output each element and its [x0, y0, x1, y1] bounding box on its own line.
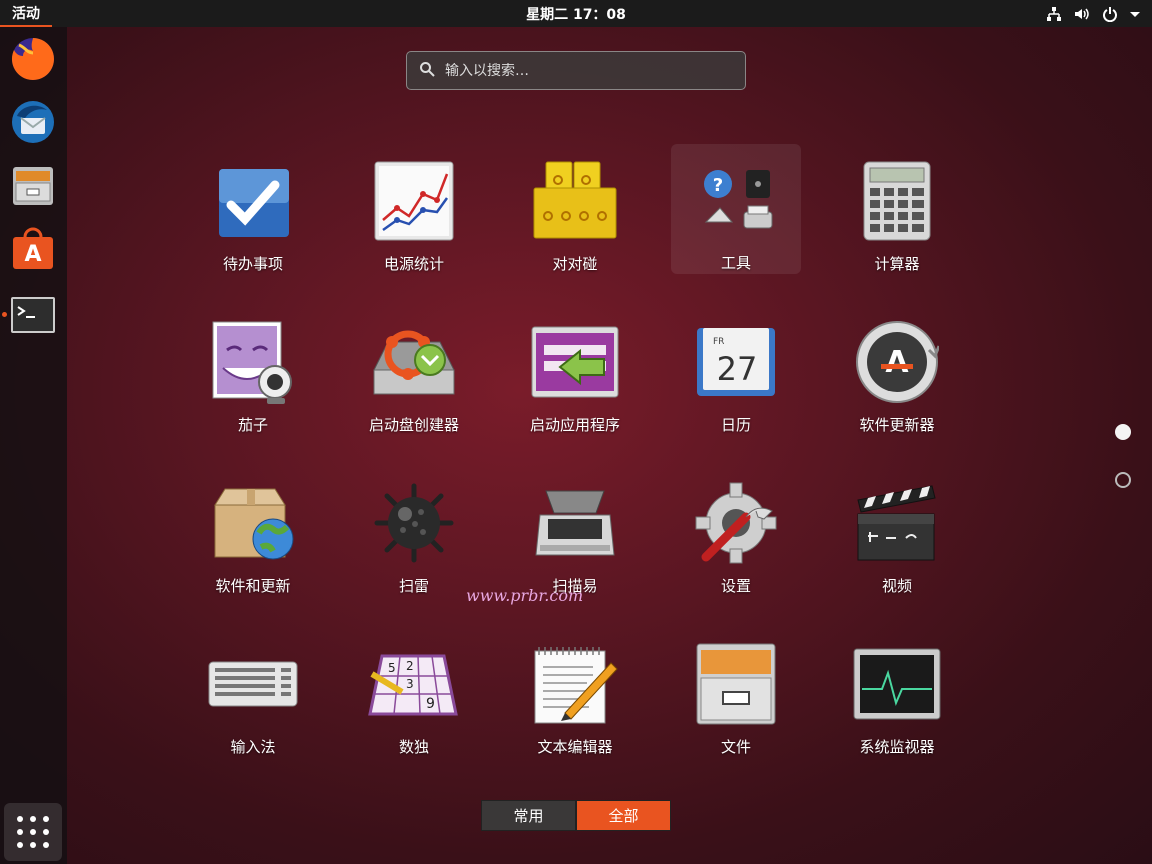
app-label: 数独: [398, 738, 429, 756]
software-updater-icon: A: [849, 314, 945, 410]
dock: A: [0, 27, 67, 864]
software-properties-icon: [205, 475, 301, 571]
app-text-editor[interactable]: 文本编辑器: [510, 628, 640, 758]
mines-icon: [366, 475, 462, 571]
app-power-statistics[interactable]: 电源统计: [349, 145, 479, 275]
search-box[interactable]: [406, 51, 746, 90]
cheese-icon: [205, 314, 301, 410]
app-label: 输入法: [230, 738, 276, 756]
swell-foop-icon: [527, 153, 623, 249]
firefox-icon[interactable]: [9, 35, 57, 83]
app-startup-disk-creator[interactable]: 启动盘创建器: [349, 306, 479, 436]
app-label: 软件更新器: [859, 416, 935, 434]
activities-button[interactable]: 活动: [0, 0, 52, 27]
top-bar: 活动 星期二 17：08: [0, 0, 1152, 27]
svg-text:A: A: [24, 242, 41, 267]
app-label: 工具: [720, 254, 751, 272]
app-mines[interactable]: 扫雷: [349, 467, 479, 597]
calendar-day: FR: [713, 337, 724, 347]
sudoku-digit: 9: [426, 696, 435, 712]
app-cheese[interactable]: 茄子: [188, 306, 318, 436]
app-startup-applications[interactable]: 启动应用程序: [510, 306, 640, 436]
app-folder-utilities[interactable]: ? 工具: [671, 144, 801, 274]
app-label: 待办事项: [222, 255, 283, 273]
app-label: 扫雷: [398, 577, 429, 595]
startup-applications-icon: [527, 314, 623, 410]
running-indicator: [2, 312, 7, 317]
thunderbird-icon[interactable]: [9, 98, 57, 146]
app-label: 设置: [720, 577, 751, 595]
calculator-icon: [849, 153, 945, 249]
terminal-icon[interactable]: [9, 291, 57, 339]
app-sudoku[interactable]: 5 2 3 9 数独: [349, 628, 479, 758]
software-icon[interactable]: A: [9, 225, 57, 273]
app-todo[interactable]: 待办事项: [188, 145, 318, 275]
sudoku-icon: 5 2 3 9: [366, 636, 462, 732]
show-applications-button[interactable]: [4, 803, 62, 861]
files-icon[interactable]: [9, 161, 57, 209]
network-icon[interactable]: [1046, 6, 1062, 22]
app-input-method[interactable]: 输入法: [188, 628, 318, 758]
app-scanner[interactable]: 扫描易: [510, 467, 640, 597]
search-input[interactable]: [445, 62, 715, 79]
app-files[interactable]: 文件: [671, 628, 801, 758]
app-system-monitor[interactable]: 系统监视器: [832, 628, 962, 758]
settings-icon: [688, 475, 784, 571]
page-indicator-2[interactable]: [1115, 472, 1131, 488]
startup-disk-creator-icon: [366, 314, 462, 410]
app-calendar[interactable]: FR 27 日历: [671, 306, 801, 436]
app-videos[interactable]: 视频: [832, 467, 962, 597]
keyboard-icon: [205, 636, 301, 732]
utilities-folder-icon: ?: [688, 152, 784, 248]
power-statistics-icon: [366, 153, 462, 249]
app-calculator[interactable]: 计算器: [832, 145, 962, 275]
scanner-icon: [527, 475, 623, 571]
search-icon: [419, 61, 435, 81]
app-label: 系统监视器: [859, 738, 935, 756]
app-view-switcher: 常用 全部: [481, 800, 671, 831]
app-label: 电源统计: [383, 255, 444, 273]
tab-all[interactable]: 全部: [576, 800, 671, 831]
system-tray[interactable]: [1046, 0, 1140, 27]
chevron-down-icon[interactable]: [1130, 9, 1140, 19]
app-label: 计算器: [874, 255, 920, 273]
app-label: 视频: [881, 577, 912, 595]
sudoku-digit: 2: [406, 659, 414, 673]
svg-text:A: A: [885, 345, 909, 380]
files-app-icon: [688, 636, 784, 732]
app-software-updater[interactable]: A 软件更新器: [832, 306, 962, 436]
app-settings[interactable]: 设置: [671, 467, 801, 597]
app-label: 文件: [720, 738, 751, 756]
app-swell-foop[interactable]: 对对碰: [510, 145, 640, 275]
tab-frequent[interactable]: 常用: [481, 800, 576, 831]
app-label: 文本编辑器: [537, 738, 613, 756]
app-software-properties[interactable]: 软件和更新: [188, 467, 318, 597]
clock[interactable]: 星期二 17：08: [526, 0, 626, 27]
app-label: 对对碰: [552, 255, 598, 273]
svg-text:?: ?: [713, 175, 723, 196]
app-label: 日历: [720, 416, 751, 434]
app-label: 软件和更新: [215, 577, 291, 595]
page-indicator-1[interactable]: [1115, 424, 1131, 440]
sudoku-digit: 3: [406, 677, 414, 691]
videos-icon: [849, 475, 945, 571]
text-editor-icon: [527, 636, 623, 732]
sudoku-digit: 5: [388, 661, 396, 675]
calendar-date: 27: [717, 350, 758, 388]
calendar-icon: FR 27: [688, 314, 784, 410]
app-label: 启动盘创建器: [368, 416, 459, 434]
volume-icon[interactable]: [1074, 6, 1090, 22]
system-monitor-icon: [849, 636, 945, 732]
power-icon[interactable]: [1102, 6, 1118, 22]
app-label: 茄子: [237, 416, 268, 434]
todo-icon: [205, 153, 301, 249]
watermark: www.prbr.com: [466, 586, 584, 605]
app-label: 启动应用程序: [529, 416, 620, 434]
